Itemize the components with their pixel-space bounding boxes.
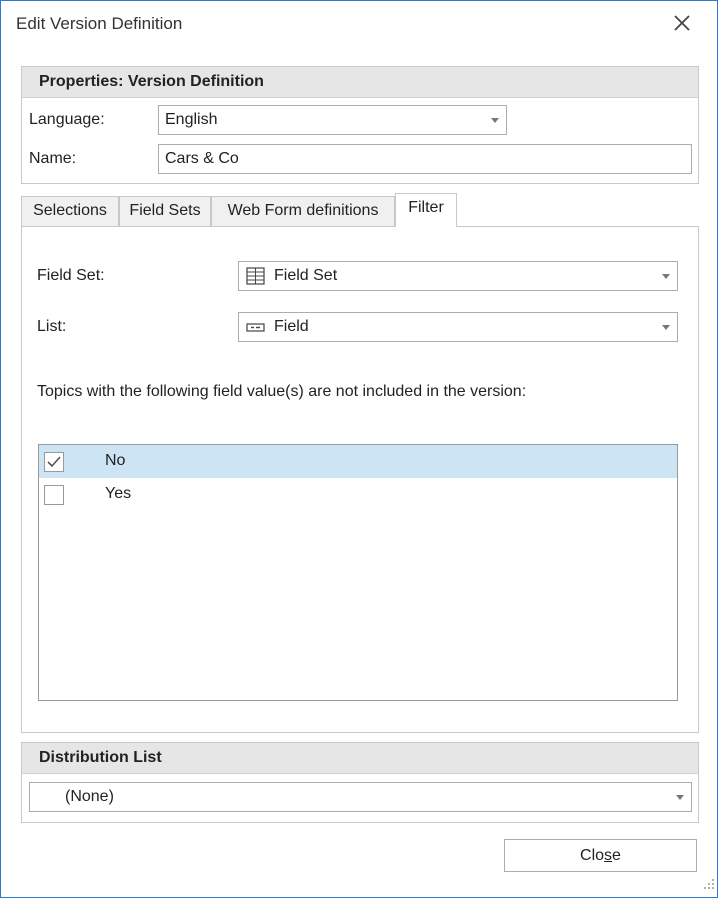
tab-label: Web Form definitions [227, 202, 379, 219]
properties-header: Properties: Version Definition [22, 67, 698, 98]
tab-web-form-definitions[interactable]: Web Form definitions [211, 196, 395, 226]
list-item-label: Yes [105, 485, 132, 502]
chevron-down-icon [491, 118, 499, 123]
distribution-value: (None) [65, 788, 114, 805]
field-set-select[interactable]: Field Set [238, 261, 678, 291]
resize-grip-icon[interactable] [703, 877, 715, 895]
language-value: English [165, 111, 218, 128]
filter-description: Topics with the following field value(s)… [37, 383, 527, 400]
list-item-label: No [105, 452, 126, 469]
chevron-down-icon [662, 325, 670, 330]
distribution-group: Distribution List (None) [21, 742, 699, 823]
list-value: Field [274, 318, 309, 335]
close-button-label: Close [580, 847, 621, 864]
checkbox[interactable] [44, 485, 64, 505]
tab-label: Selections [33, 202, 107, 219]
close-button[interactable]: Close [504, 839, 697, 872]
list-label: List: [37, 318, 67, 335]
dialog-window: Edit Version Definition Properties: Vers… [0, 0, 718, 898]
tab-label: Filter [408, 199, 444, 216]
tab-label: Field Sets [129, 202, 201, 219]
tab-field-sets[interactable]: Field Sets [119, 196, 211, 226]
close-icon[interactable] [669, 11, 695, 37]
chevron-down-icon [676, 795, 684, 800]
name-field[interactable]: Cars & Co [158, 144, 692, 174]
field-set-value: Field Set [274, 267, 338, 284]
list-select[interactable]: Field [238, 312, 678, 342]
language-label: Language: [29, 111, 105, 128]
chevron-down-icon [662, 274, 670, 279]
name-value: Cars & Co [165, 150, 239, 167]
language-select[interactable]: English [158, 105, 507, 135]
filter-panel: Field Set: Field Set List: Field Topics … [21, 226, 699, 733]
field-values-list[interactable]: No Yes [38, 444, 678, 701]
list-item[interactable]: No [39, 445, 677, 478]
name-label: Name: [29, 150, 77, 167]
field-set-icon [246, 267, 266, 290]
distribution-select[interactable]: (None) [29, 782, 692, 812]
properties-group: Properties: Version Definition Language:… [21, 66, 699, 184]
tab-selections[interactable]: Selections [21, 196, 119, 226]
list-item[interactable]: Yes [39, 478, 677, 511]
distribution-header: Distribution List [22, 743, 698, 774]
field-set-label: Field Set: [37, 267, 105, 284]
field-icon [246, 321, 266, 339]
dialog-title: Edit Version Definition [16, 14, 183, 33]
tab-filter[interactable]: Filter [395, 193, 457, 227]
checkbox[interactable] [44, 452, 64, 472]
